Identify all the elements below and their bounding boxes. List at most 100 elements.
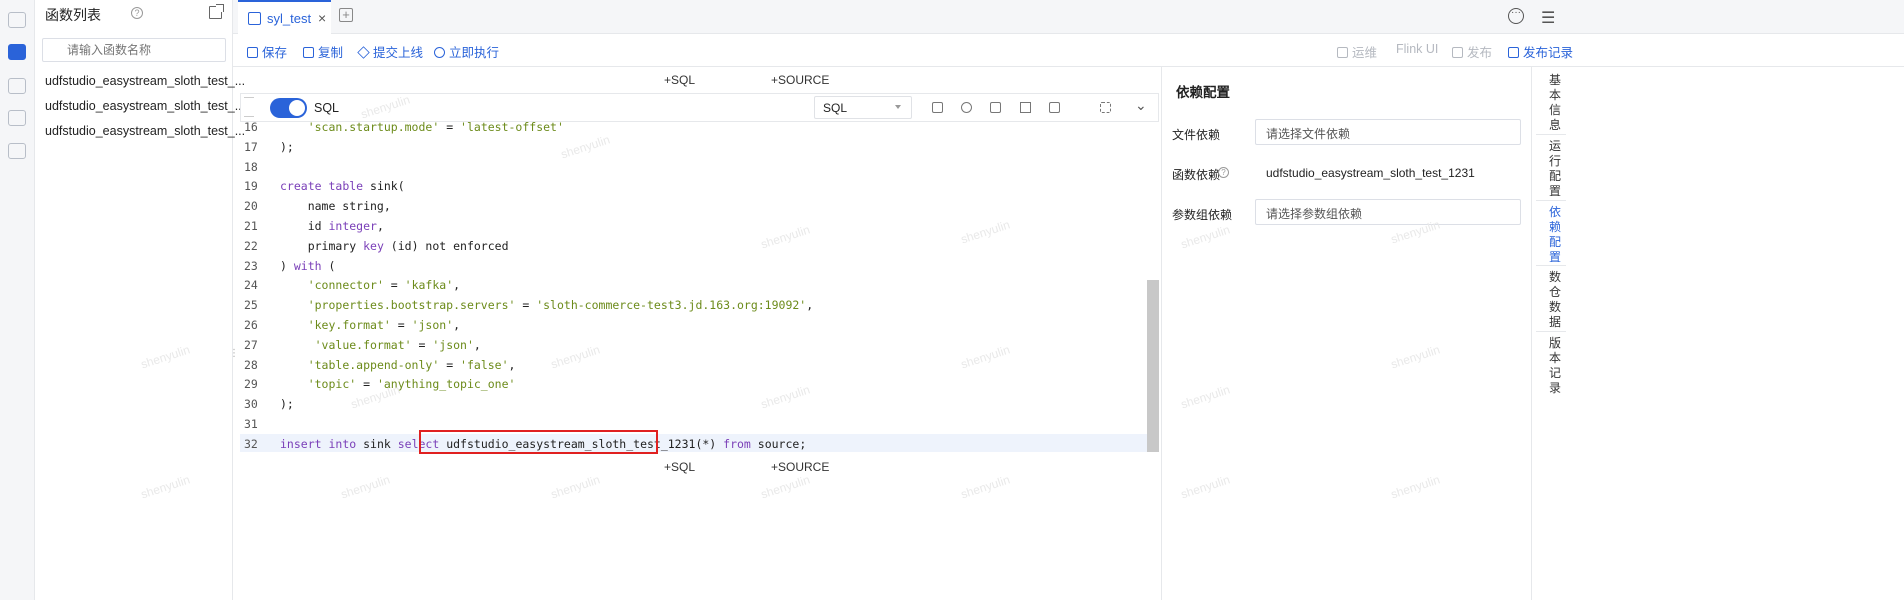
code-line[interactable]: name string,	[280, 199, 391, 213]
collapse-chevron-icon[interactable]: ⌄	[1135, 97, 1147, 114]
format-icon[interactable]	[932, 102, 943, 113]
ops-button[interactable]: 运维	[1337, 42, 1377, 61]
add-source-link[interactable]: +SOURCE	[771, 460, 829, 474]
code-line[interactable]: create table sink(	[280, 179, 405, 193]
tab-run-config[interactable]: 运行配置	[1545, 139, 1565, 199]
tab-basic-info[interactable]: 基本信息	[1545, 73, 1565, 133]
divider	[1536, 200, 1566, 201]
tab-bar: syl_test × + ··· ☰	[233, 0, 1904, 34]
line-number: 25	[244, 298, 258, 313]
function-list-panel: 函数列表 ? udfstudio_easystream_sloth_test_.…	[35, 0, 245, 600]
add-source-link[interactable]: +SOURCE	[771, 73, 829, 87]
close-icon[interactable]: ×	[318, 10, 326, 26]
tab-warehouse-data[interactable]: 数仓数据	[1545, 270, 1565, 330]
panel-splitter[interactable]: ⋮	[229, 348, 239, 368]
add-sql-link[interactable]: +SQL	[664, 73, 695, 87]
list-icon[interactable]	[8, 12, 26, 28]
code-line[interactable]: 'connector' = 'kafka',	[280, 278, 460, 292]
publish-button[interactable]: 发布	[1452, 42, 1492, 61]
tab-label: syl_test	[267, 11, 312, 26]
side-tabs: 基本信息 运行配置 依赖配置 数仓数据 版本记录	[1531, 67, 1904, 600]
code-line[interactable]: );	[280, 140, 294, 154]
help-icon[interactable]: ?	[131, 7, 143, 19]
tab-dependency-config[interactable]: 依赖配置	[1545, 205, 1565, 265]
code-line[interactable]: 'value.format' = 'json',	[280, 338, 481, 352]
toggle-label: SQL	[314, 101, 340, 115]
send-icon	[357, 46, 370, 59]
sql-toggle[interactable]	[270, 98, 307, 118]
code-line[interactable]: id integer,	[280, 219, 384, 233]
code-icon[interactable]	[8, 44, 26, 60]
folder-icon[interactable]	[8, 78, 26, 94]
panel-title: 依赖配置	[1176, 85, 1230, 100]
open-external-icon[interactable]	[209, 4, 224, 19]
divider	[1536, 134, 1566, 135]
function-list-item[interactable]: udfstudio_easystream_sloth_test_...	[45, 124, 245, 138]
fullscreen-icon[interactable]	[1100, 102, 1111, 113]
watermark-text: shenyulin	[549, 472, 602, 502]
more-icon[interactable]: ···	[1508, 8, 1524, 24]
divider	[1536, 331, 1566, 332]
dependency-config-panel: 依赖配置 文件依赖 请选择文件依赖 函数依赖 ? udfstudio_easys…	[1161, 67, 1531, 600]
publish-icon	[1452, 47, 1463, 58]
line-number: 20	[244, 199, 258, 214]
menu-icon[interactable]: ☰	[1541, 8, 1555, 28]
file-dependency-select[interactable]: 请选择文件依赖	[1255, 119, 1521, 145]
line-number: 16	[244, 122, 258, 134]
line-number: 21	[244, 219, 258, 233]
flink-ui-button[interactable]: Flink UI	[1396, 42, 1438, 56]
function-list-item[interactable]: udfstudio_easystream_sloth_test_...	[45, 74, 245, 88]
line-number: 32	[244, 436, 258, 451]
line-number: 29	[244, 377, 258, 392]
line-number: 18	[244, 159, 258, 174]
function-list-title: 函数列表	[45, 7, 101, 23]
delete-icon[interactable]	[1049, 102, 1060, 113]
chart-icon[interactable]	[1020, 102, 1031, 113]
app-icon-rail	[0, 0, 35, 600]
code-line[interactable]: );	[280, 397, 294, 411]
toolbar: 保存 复制 提交上线 立即执行 运维 Flink UI 发布 发布记录	[233, 34, 1904, 67]
line-number: 24	[244, 278, 258, 293]
function-list-item[interactable]: udfstudio_easystream_sloth_test_...	[45, 99, 245, 113]
tab-syl-test[interactable]: syl_test ×	[238, 0, 331, 34]
editor-scrollbar[interactable]	[1147, 280, 1159, 452]
play-icon	[434, 47, 445, 58]
code-editor[interactable]: 16 'scan.startup.mode' = 'latest-offset'…	[240, 122, 1159, 452]
debug-icon[interactable]	[961, 102, 972, 113]
highlight-function-call	[419, 430, 658, 454]
submit-online-button[interactable]: 提交上线	[357, 42, 423, 61]
code-line[interactable]: ) with (	[280, 259, 335, 273]
database-icon[interactable]	[8, 110, 26, 126]
record-icon	[1508, 47, 1519, 58]
run-now-button[interactable]: 立即执行	[434, 42, 499, 61]
ops-icon	[1337, 47, 1348, 58]
code-line[interactable]: 'table.append-only' = 'false',	[280, 358, 516, 372]
help-icon[interactable]: ?	[1218, 167, 1229, 178]
line-number: 26	[244, 318, 258, 332]
tab-version-history[interactable]: 版本记录	[1545, 336, 1565, 396]
drag-handle[interactable]	[244, 97, 254, 117]
chevron-down-icon	[895, 105, 901, 109]
copy-button[interactable]: 复制	[303, 42, 343, 61]
copy-icon	[303, 47, 314, 58]
file-dependency-label: 文件依赖	[1172, 128, 1221, 142]
duplicate-icon[interactable]	[990, 102, 1001, 113]
save-icon	[247, 47, 258, 58]
code-line[interactable]: 'key.format' = 'json',	[280, 318, 460, 332]
publish-log-button[interactable]: 发布记录	[1508, 42, 1573, 61]
add-sql-link[interactable]: +SQL	[664, 460, 695, 474]
function-search-input[interactable]	[42, 38, 226, 62]
line-number: 27	[244, 337, 258, 352]
function-dependency-select[interactable]: udfstudio_easystream_sloth_test_1231	[1255, 160, 1521, 186]
language-select[interactable]: SQL	[814, 96, 912, 119]
code-line[interactable]: 'topic' = 'anything_topic_one'	[280, 377, 516, 391]
save-button[interactable]: 保存	[247, 42, 287, 61]
code-line[interactable]: 'properties.bootstrap.servers' = 'sloth-…	[280, 298, 813, 312]
document-icon[interactable]	[8, 143, 26, 159]
code-line[interactable]: primary key (id) not enforced	[280, 239, 509, 253]
code-line[interactable]: 'scan.startup.mode' = 'latest-offset'	[280, 122, 564, 134]
add-tab-icon[interactable]: +	[339, 8, 353, 22]
line-number: 19	[244, 179, 258, 194]
param-group-dependency-select[interactable]: 请选择参数组依赖	[1255, 199, 1521, 225]
watermark-text: shenyulin	[759, 472, 812, 502]
